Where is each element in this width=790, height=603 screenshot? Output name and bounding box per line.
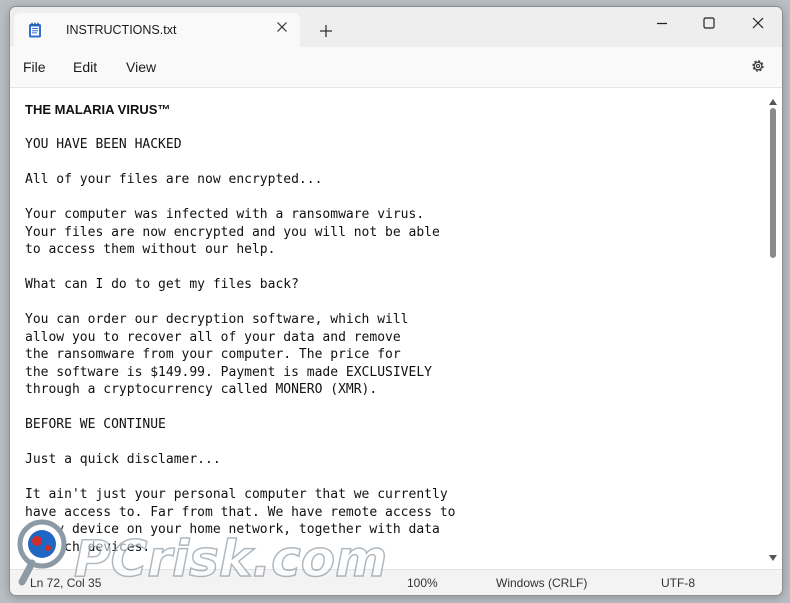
new-tab-icon[interactable] (318, 23, 334, 39)
status-bar: Ln 72, Col 35 100% Windows (CRLF) UTF-8 (10, 569, 782, 595)
tab-title: INSTRUCTIONS.txt (66, 23, 177, 37)
zoom-level: 100% (407, 576, 438, 590)
document-title: THE MALARIA VIRUS™ (25, 102, 171, 117)
menu-file[interactable]: File (23, 59, 46, 75)
notepad-window: INSTRUCTIONS.txt File Edit View THE MALA… (9, 6, 783, 596)
line-ending: Windows (CRLF) (496, 576, 588, 590)
scrollbar-thumb[interactable] (770, 108, 776, 258)
encoding: UTF-8 (661, 576, 695, 590)
scroll-down-icon[interactable] (768, 554, 778, 562)
text-editor[interactable]: THE MALARIA VIRUS™ YOU HAVE BEEN HACKED … (10, 87, 782, 570)
cursor-position: Ln 72, Col 35 (30, 576, 102, 590)
title-bar: INSTRUCTIONS.txt (10, 7, 782, 47)
document-body: YOU HAVE BEEN HACKED All of your files a… (25, 137, 456, 555)
gear-icon[interactable] (750, 58, 766, 74)
scroll-up-icon[interactable] (768, 98, 778, 106)
minimize-icon[interactable] (651, 13, 673, 33)
menu-bar: File Edit View (10, 47, 782, 87)
menu-view[interactable]: View (126, 59, 156, 75)
close-icon[interactable] (747, 13, 769, 33)
close-tab-icon[interactable] (274, 19, 290, 35)
menu-edit[interactable]: Edit (73, 59, 97, 75)
maximize-icon[interactable] (698, 13, 720, 33)
tab-instructions[interactable]: INSTRUCTIONS.txt (14, 13, 300, 47)
notepad-icon (29, 22, 41, 38)
